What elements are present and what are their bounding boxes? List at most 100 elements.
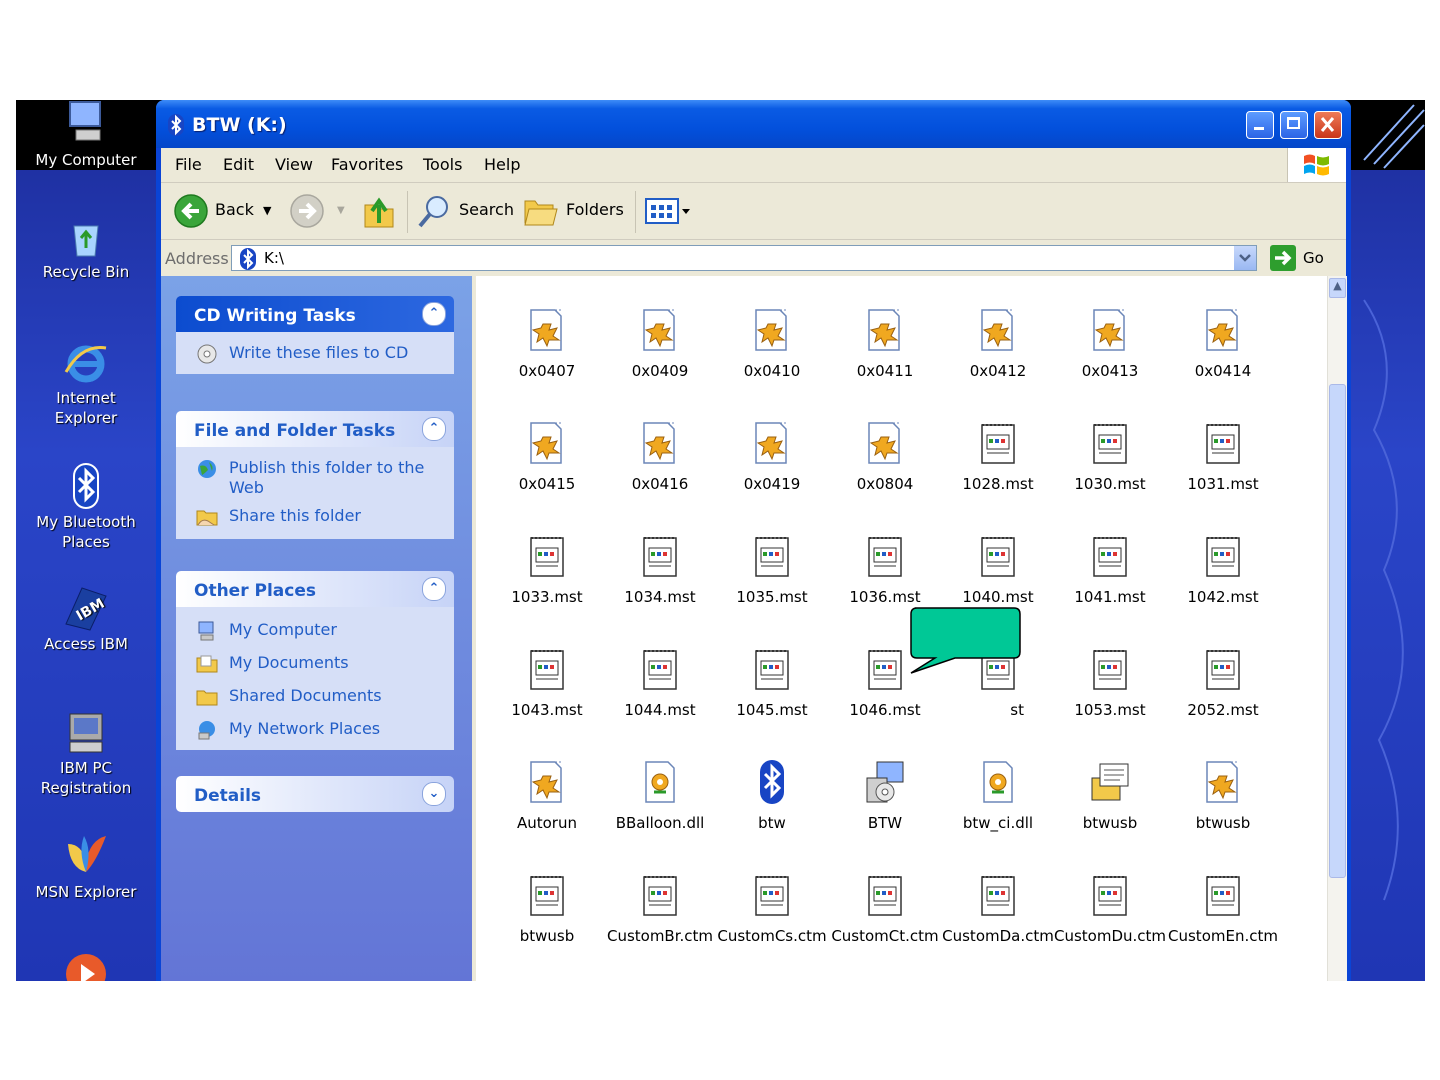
back-arrow-icon[interactable] bbox=[173, 193, 209, 229]
file-item[interactable]: CustomBr.ctm bbox=[604, 871, 716, 945]
scroll-thumb[interactable] bbox=[1329, 384, 1346, 878]
title-bar[interactable]: BTW (K:) bbox=[156, 100, 1351, 148]
file-item[interactable]: 0x0419 bbox=[716, 419, 828, 493]
file-name: 1044.mst bbox=[624, 701, 696, 719]
file-item[interactable]: 0x0409 bbox=[604, 306, 716, 380]
details-header[interactable]: Details ⌄ bbox=[176, 776, 454, 812]
windows-flag-icon bbox=[1304, 154, 1329, 176]
desktop-icon[interactable]: Recycle Bin bbox=[16, 212, 156, 282]
file-item[interactable]: 0x0412 bbox=[942, 306, 1054, 380]
file-item[interactable]: btwusb bbox=[1054, 758, 1166, 832]
file-item[interactable]: 0x0410 bbox=[716, 306, 828, 380]
publish-folder-link[interactable]: Publish this folder to the Web bbox=[176, 455, 454, 503]
menu-file[interactable]: File bbox=[175, 155, 202, 174]
menu-tools[interactable]: Tools bbox=[423, 155, 462, 174]
file-name: 1053.mst bbox=[1074, 701, 1146, 719]
ibm-registration-icon bbox=[69, 713, 103, 753]
back-button[interactable]: Back bbox=[215, 200, 254, 219]
file-item[interactable]: 0x0416 bbox=[604, 419, 716, 493]
file-item[interactable]: btwusb bbox=[491, 871, 603, 945]
other-places-my-network-places[interactable]: My Network Places bbox=[176, 716, 454, 744]
file-item[interactable]: BTW bbox=[829, 758, 941, 832]
file-item[interactable]: CustomDa.ctm bbox=[942, 871, 1054, 945]
desktop-icon[interactable]: My Computer bbox=[16, 100, 156, 170]
go-button[interactable]: Go bbox=[1269, 244, 1329, 272]
minimize-button[interactable] bbox=[1246, 111, 1274, 139]
file-item[interactable]: CustomCt.ctm bbox=[829, 871, 941, 945]
forward-arrow-icon[interactable] bbox=[289, 193, 325, 229]
folders-button[interactable]: Folders bbox=[566, 200, 624, 219]
file-item[interactable]: 0x0413 bbox=[1054, 306, 1166, 380]
file-item[interactable]: 1044.mst bbox=[604, 645, 716, 719]
file-item[interactable]: 0x0804 bbox=[829, 419, 941, 493]
desktop-icon[interactable]: IBM PC Registration bbox=[16, 708, 156, 798]
file-item[interactable]: 1035.mst bbox=[716, 532, 828, 606]
collapse-icon[interactable]: ⌃ bbox=[422, 577, 446, 601]
menu-view[interactable]: View bbox=[275, 155, 313, 174]
maximize-button[interactable] bbox=[1280, 111, 1308, 139]
back-dropdown-icon[interactable]: ▼ bbox=[263, 204, 271, 217]
menu-edit[interactable]: Edit bbox=[223, 155, 254, 174]
file-item[interactable]: 1042.mst bbox=[1167, 532, 1279, 606]
scroll-up-button[interactable]: ▲ bbox=[1329, 278, 1346, 298]
file-item[interactable]: CustomEn.ctm bbox=[1167, 871, 1279, 945]
cd-writing-tasks-header[interactable]: CD Writing Tasks ⌃ bbox=[176, 296, 454, 332]
expand-icon[interactable]: ⌄ bbox=[422, 782, 446, 806]
other-places-shared-documents[interactable]: Shared Documents bbox=[176, 683, 454, 716]
views-icon[interactable] bbox=[645, 197, 699, 227]
panel-title: File and Folder Tasks bbox=[194, 421, 396, 441]
share-folder-link[interactable]: Share this folder bbox=[176, 503, 454, 531]
file-item[interactable]: 1028.mst bbox=[942, 419, 1054, 493]
search-button[interactable]: Search bbox=[459, 200, 514, 219]
menu-favorites[interactable]: Favorites bbox=[331, 155, 403, 174]
file-item[interactable]: btw bbox=[716, 758, 828, 832]
file-item[interactable]: 1036.mst bbox=[829, 532, 941, 606]
msn-butterfly-icon bbox=[68, 836, 106, 872]
file-item[interactable]: 1030.mst bbox=[1054, 419, 1166, 493]
address-input[interactable]: K:\ bbox=[231, 245, 1257, 271]
file-item[interactable]: 0x0414 bbox=[1167, 306, 1279, 380]
file-item[interactable]: 1034.mst bbox=[604, 532, 716, 606]
up-folder-icon[interactable] bbox=[361, 191, 397, 231]
other-places-header[interactable]: Other Places ⌃ bbox=[176, 571, 454, 607]
search-icon[interactable] bbox=[417, 193, 453, 229]
file-item[interactable]: Autorun bbox=[491, 758, 603, 832]
file-item[interactable]: 0x0411 bbox=[829, 306, 941, 380]
forward-dropdown-icon[interactable]: ▼ bbox=[337, 205, 345, 216]
file-item[interactable]: 2052.mst bbox=[1167, 645, 1279, 719]
file-item[interactable]: btwusb bbox=[1167, 758, 1279, 832]
file-item[interactable]: 1033.mst bbox=[491, 532, 603, 606]
address-value: K:\ bbox=[264, 249, 284, 267]
file-item[interactable]: 1041.mst bbox=[1054, 532, 1166, 606]
file-folder-tasks-header[interactable]: File and Folder Tasks ⌃ bbox=[176, 411, 454, 447]
close-button[interactable] bbox=[1314, 111, 1342, 139]
file-item[interactable]: 1045.mst bbox=[716, 645, 828, 719]
file-item[interactable]: 1043.mst bbox=[491, 645, 603, 719]
file-item[interactable]: 1053.mst bbox=[1054, 645, 1166, 719]
file-item[interactable]: 1031.mst bbox=[1167, 419, 1279, 493]
file-item[interactable]: BBalloon.dll bbox=[604, 758, 716, 832]
other-places-my-documents[interactable]: My Documents bbox=[176, 650, 454, 683]
collapse-icon[interactable]: ⌃ bbox=[422, 302, 446, 326]
file-name: 1035.mst bbox=[736, 588, 808, 606]
file-name: st bbox=[1010, 701, 1024, 719]
desktop-icon[interactable]: My Bluetooth Places bbox=[16, 462, 156, 552]
folders-icon[interactable] bbox=[523, 195, 559, 227]
file-item[interactable]: CustomDu.ctm bbox=[1054, 871, 1166, 945]
desktop-icon[interactable] bbox=[16, 950, 156, 981]
write-to-cd-link[interactable]: Write these files to CD bbox=[176, 340, 454, 368]
file-item[interactable]: CustomCs.ctm bbox=[716, 871, 828, 945]
desktop-icon[interactable]: Internet Explorer bbox=[16, 338, 156, 428]
menu-help[interactable]: Help bbox=[484, 155, 520, 174]
desktop-icon[interactable]: IBM Access IBM bbox=[16, 584, 156, 654]
file-item[interactable]: 1040.mst bbox=[942, 532, 1054, 606]
collapse-icon[interactable]: ⌃ bbox=[422, 417, 446, 441]
desktop-icon[interactable]: MSN Explorer bbox=[16, 832, 156, 902]
other-places-my-computer[interactable]: My Computer bbox=[176, 617, 454, 650]
vertical-scrollbar[interactable]: ▲ bbox=[1327, 276, 1347, 981]
file-item[interactable]: btw_ci.dll bbox=[942, 758, 1054, 832]
file-name: 2052.mst bbox=[1187, 701, 1259, 719]
address-dropdown-button[interactable] bbox=[1234, 246, 1256, 270]
file-item[interactable]: 0x0407 bbox=[491, 306, 603, 380]
file-item[interactable]: 0x0415 bbox=[491, 419, 603, 493]
